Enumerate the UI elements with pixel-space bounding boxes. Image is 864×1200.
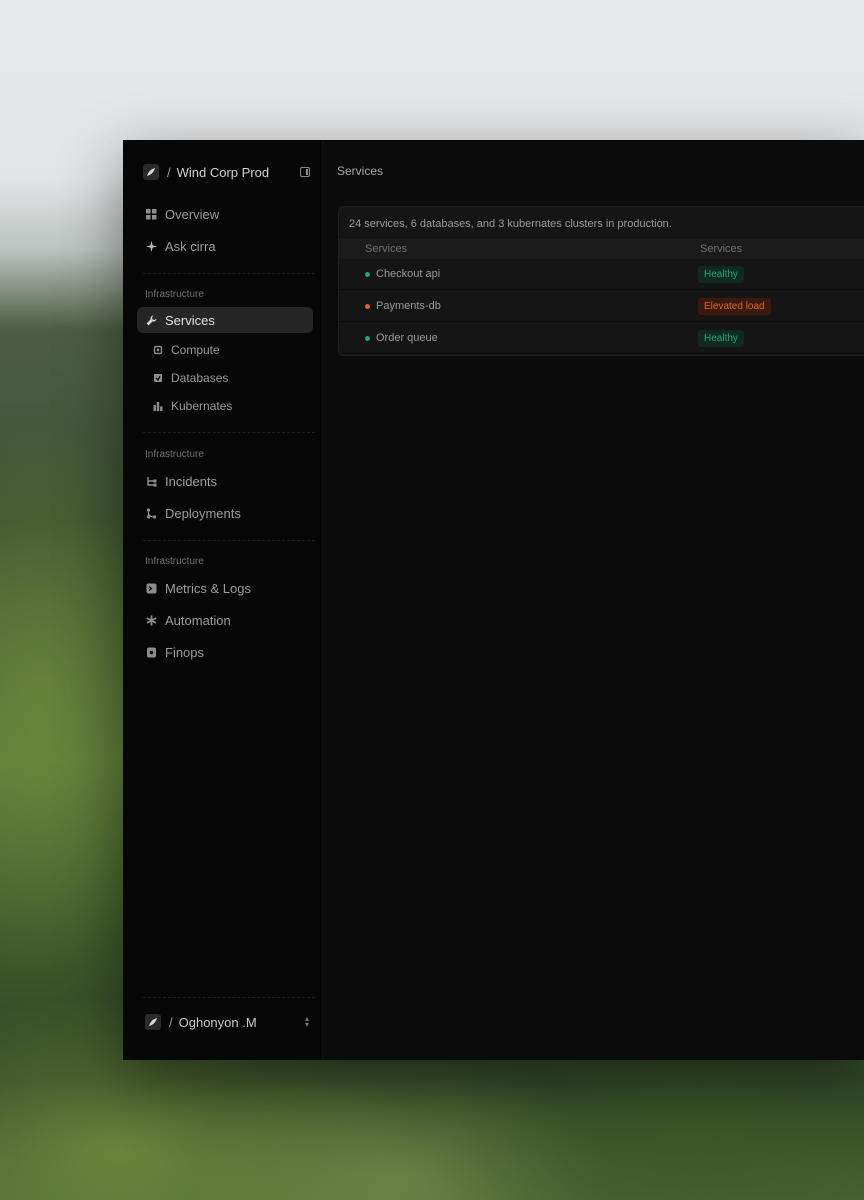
sidebar: / Wind Corp Prod Overview Ask cirra Infr… xyxy=(123,140,323,1060)
sidebar-item-kubernates[interactable]: Kubernates xyxy=(153,395,313,417)
divider xyxy=(143,432,315,433)
section-label: Infrastructure xyxy=(145,556,204,567)
divider xyxy=(143,540,315,541)
column-header: Services xyxy=(365,243,408,255)
user-switcher[interactable]: / Oghonyon .M ▴ ▾ xyxy=(145,1013,309,1031)
receipt-icon xyxy=(145,646,157,658)
sidebar-item-label: Ask cirra xyxy=(165,238,216,254)
column-header: Services xyxy=(700,243,743,255)
sidebar-item-label: Automation xyxy=(165,612,231,628)
chevron-up-down-icon: ▴ ▾ xyxy=(304,1014,309,1029)
status-dot xyxy=(365,304,370,309)
status-dot xyxy=(365,272,370,277)
breadcrumb-separator: / xyxy=(167,164,171,180)
wrench-icon xyxy=(145,314,157,326)
terminal-icon xyxy=(145,582,157,594)
sidebar-item-databases[interactable]: Databases xyxy=(153,367,313,389)
app-window: / Wind Corp Prod Overview Ask cirra Infr… xyxy=(123,140,864,1060)
section-label: Infrastructure xyxy=(145,289,204,300)
sidebar-item-compute[interactable]: Compute xyxy=(153,339,313,361)
sparkle-icon xyxy=(145,240,157,252)
divider xyxy=(143,997,315,998)
service-name: Order queue xyxy=(376,332,438,344)
sidebar-item-label: Kubernates xyxy=(171,399,233,413)
breadcrumb-separator: / xyxy=(169,1014,173,1030)
status-dot xyxy=(365,336,370,341)
sidebar-item-label: Finops xyxy=(165,644,205,660)
sidebar-item-label: Deployments xyxy=(165,505,241,521)
tree-icon xyxy=(145,475,157,487)
service-name: Payments-db xyxy=(376,300,441,312)
user-name: Oghonyon .M xyxy=(178,1014,257,1030)
page-title: Services xyxy=(337,164,384,178)
sidebar-item-label: Services xyxy=(165,312,215,328)
grid-icon xyxy=(145,208,157,220)
sidebar-item-automation[interactable]: Automation xyxy=(137,607,313,633)
leaf-icon xyxy=(143,164,159,180)
divider xyxy=(143,273,315,274)
leaf-icon xyxy=(145,1014,161,1030)
sidebar-item-label: Compute xyxy=(171,343,220,357)
branch-icon xyxy=(145,507,157,519)
table-row[interactable]: Order queue Healthy xyxy=(339,323,864,354)
bar-chart-icon xyxy=(153,401,163,411)
services-card: 24 services, 6 databases, and 3 kubernat… xyxy=(338,206,864,356)
main-content: Services 24 services, 6 databases, and 3… xyxy=(323,140,864,1060)
services-summary: 24 services, 6 databases, and 3 kubernat… xyxy=(349,218,672,230)
sidebar-item-label: Overview xyxy=(165,206,220,222)
table-row[interactable]: Payments-db Elevated load xyxy=(339,291,864,322)
sidebar-toggle-icon[interactable] xyxy=(300,167,310,177)
sidebar-item-label: Metrics & Logs xyxy=(165,580,251,596)
workspace-name: Wind Corp Prod xyxy=(176,164,270,180)
section-label: Infrastructure xyxy=(145,449,204,460)
sidebar-item-label: Databases xyxy=(171,371,229,385)
sidebar-item-overview[interactable]: Overview xyxy=(137,201,313,227)
database-icon xyxy=(153,373,163,383)
status-badge: Healthy xyxy=(698,330,744,347)
sidebar-item-deployments[interactable]: Deployments xyxy=(137,500,313,526)
asterisk-icon xyxy=(145,614,157,626)
sidebar-item-ask-cirra[interactable]: Ask cirra xyxy=(137,233,313,259)
sidebar-item-label: Incidents xyxy=(165,473,218,489)
sidebar-item-metrics-logs[interactable]: Metrics & Logs xyxy=(137,575,313,601)
status-badge: Elevated load xyxy=(698,298,771,315)
sidebar-item-finops[interactable]: Finops xyxy=(137,639,313,665)
service-name: Checkout api xyxy=(376,268,441,280)
workspace-switcher[interactable]: / Wind Corp Prod xyxy=(143,163,310,181)
chip-icon xyxy=(153,345,163,355)
table-header: Services Services xyxy=(339,239,864,259)
table-row[interactable]: Checkout api Healthy xyxy=(339,259,864,290)
status-badge: Healthy xyxy=(698,266,744,283)
sidebar-item-incidents[interactable]: Incidents xyxy=(137,468,313,494)
sidebar-item-services[interactable]: Services xyxy=(137,307,313,333)
